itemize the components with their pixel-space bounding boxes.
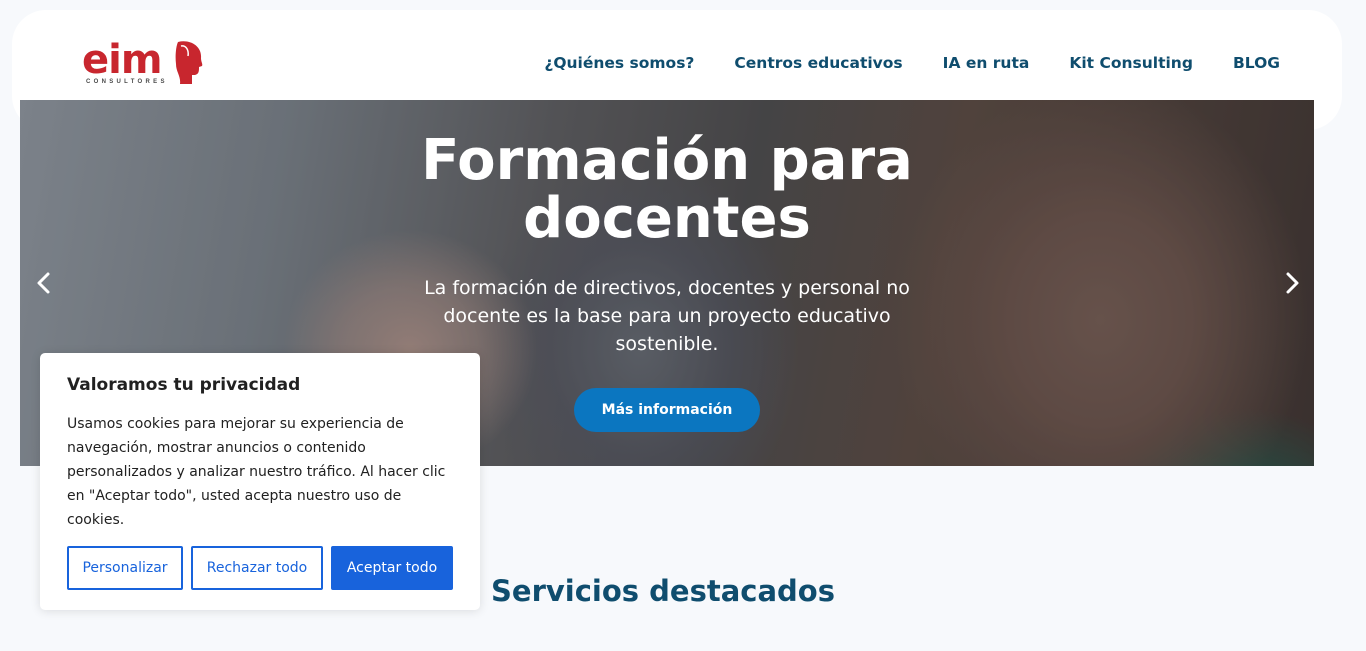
cookie-title: Valoramos tu privacidad (67, 375, 301, 395)
section-title-rest: destacados (649, 574, 835, 608)
chevron-right-icon[interactable] (1280, 270, 1304, 296)
cookie-buttons: Personalizar Rechazar todo Aceptar todo (67, 546, 453, 590)
personalizar-button[interactable]: Personalizar (67, 546, 183, 590)
eim-logo[interactable]: eim CONSULTORES (82, 40, 206, 92)
chevron-left-icon[interactable] (32, 270, 56, 296)
mas-informacion-button[interactable]: Más información (574, 388, 760, 432)
section-title-bold: Servicios (491, 574, 640, 608)
aceptar-todo-button[interactable]: Aceptar todo (331, 546, 453, 590)
nav-kit-consulting[interactable]: Kit Consulting (1069, 54, 1193, 72)
nav-quienes-somos[interactable]: ¿Quiénes somos? (544, 54, 694, 72)
hero-subtitle: La formación de directivos, docentes y p… (424, 277, 910, 355)
logo-subtitle: CONSULTORES (86, 79, 168, 85)
rechazar-todo-button[interactable]: Rechazar todo (191, 546, 323, 590)
cookie-text: Usamos cookies para mejorar su experienc… (67, 416, 446, 528)
hero-title-line2: docentes (523, 186, 811, 251)
nav-blog[interactable]: BLOG (1233, 54, 1280, 72)
main-nav: ¿Quiénes somos? Centros educativos IA en… (544, 54, 1280, 72)
hero-title-line1: Formación para (421, 128, 913, 193)
cookie-consent-banner: Valoramos tu privacidad Usamos cookies p… (40, 353, 480, 610)
nav-centros-educativos[interactable]: Centros educativos (734, 54, 902, 72)
hero-title: Formación para docentes (20, 132, 1314, 248)
profile-head-icon (175, 41, 203, 84)
logo-text: eim (82, 37, 163, 83)
nav-ia-en-ruta[interactable]: IA en ruta (943, 54, 1030, 72)
